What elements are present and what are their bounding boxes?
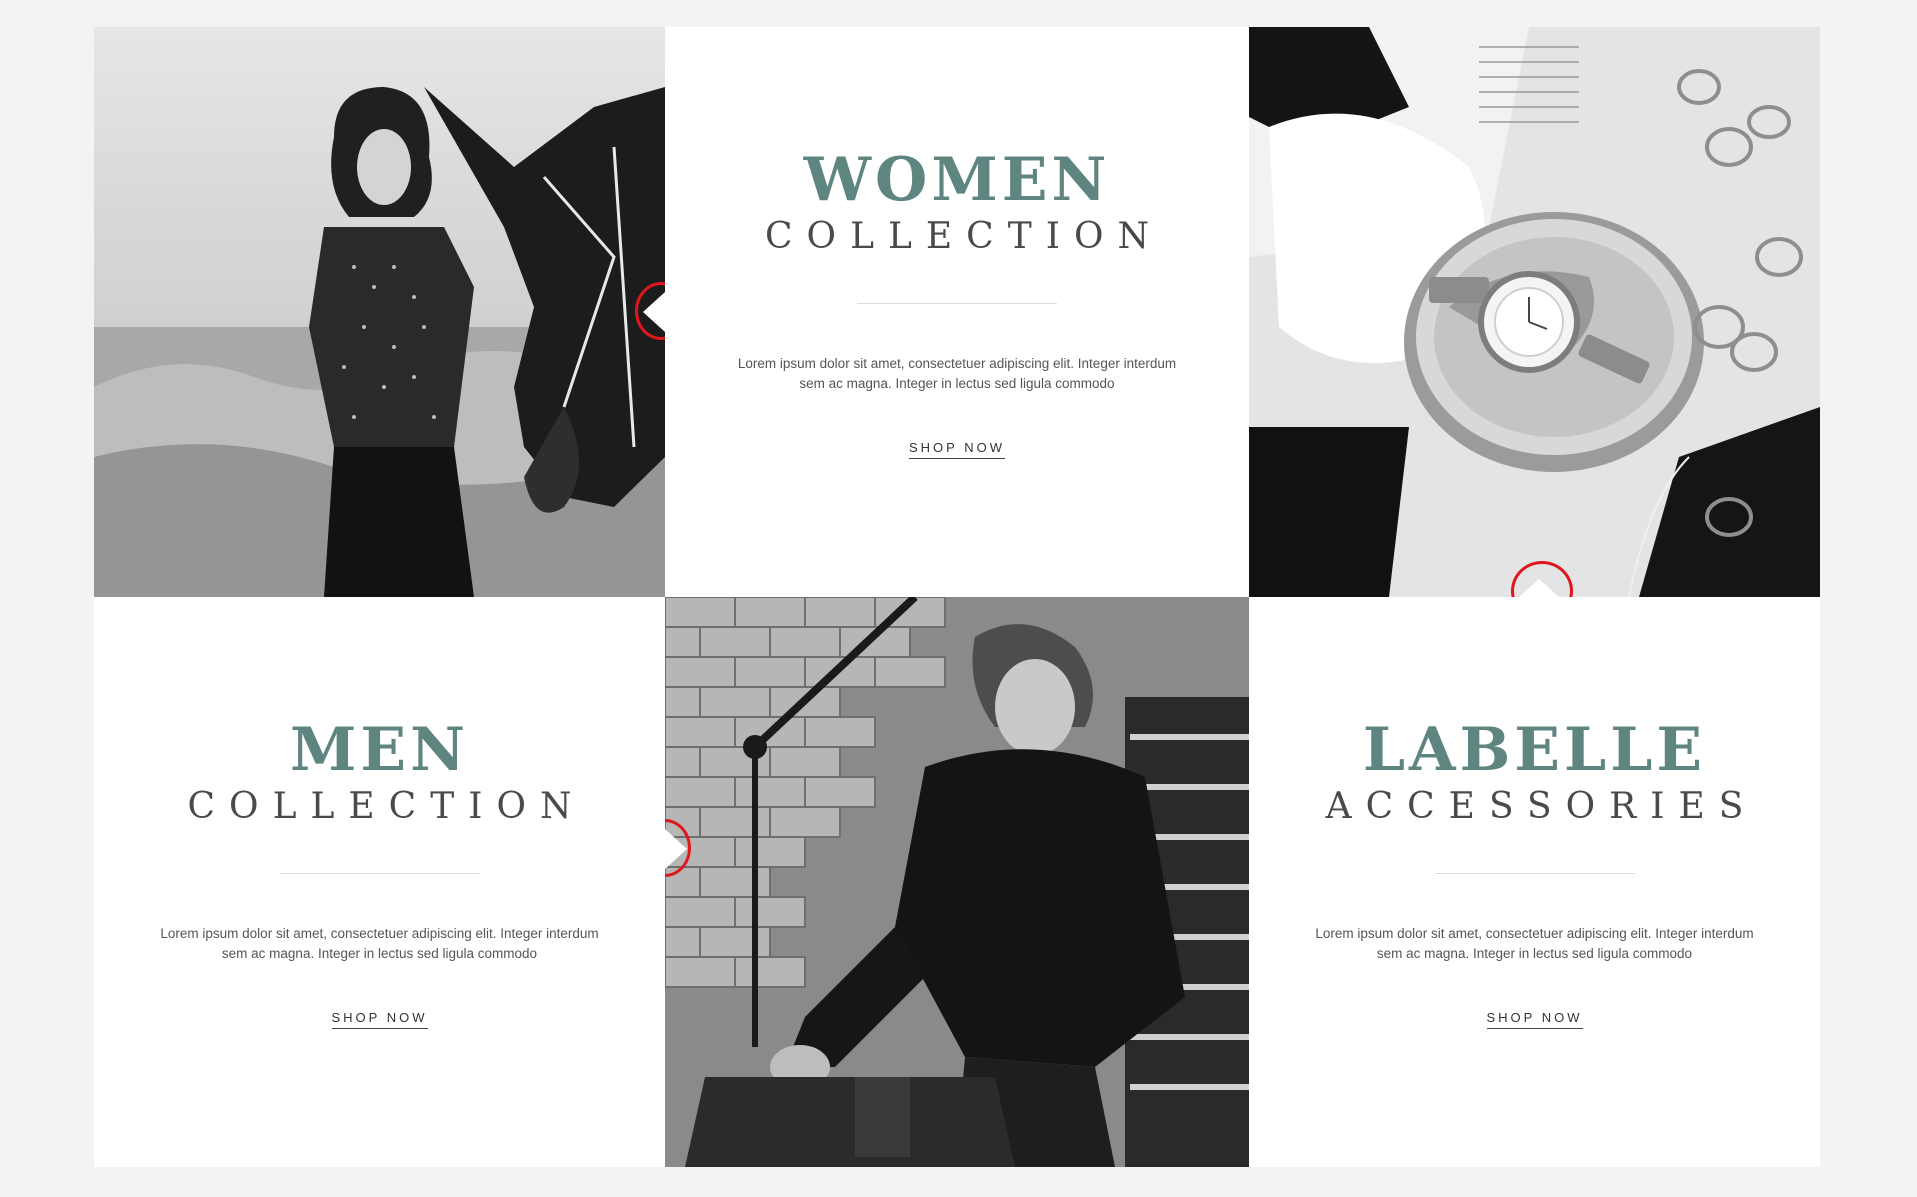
men-subtitle: COLLECTION [187, 786, 586, 827]
accessories-subtitle: ACCESSORIES [1325, 786, 1758, 827]
women-photo-cell [94, 27, 665, 597]
accessories-photo-cell [1249, 27, 1820, 597]
men-description: Lorem ipsum dolor sit amet, consectetuer… [160, 926, 599, 961]
men-photo-cell [665, 597, 1249, 1167]
women-subtitle: COLLECTION [765, 216, 1163, 257]
accessories-shop-now-link[interactable]: SHOP NOW [1486, 1010, 1583, 1029]
watch-in-bowl-photo [1249, 27, 1820, 597]
accessories-description: Lorem ipsum dolor sit amet, consectetuer… [1315, 926, 1754, 961]
men-title: MEN [290, 715, 469, 785]
woman-with-horse-photo [94, 27, 665, 597]
women-description: Lorem ipsum dolor sit amet, consectetuer… [737, 356, 1177, 391]
collection-grid: WOMEN COLLECTION Lorem ipsum dolor sit a… [94, 27, 1820, 1167]
accessories-collection-card: LABELLE ACCESSORIES Lorem ipsum dolor si… [1249, 597, 1820, 1167]
women-title: WOMEN [803, 145, 1111, 215]
men-shop-now-link[interactable]: SHOP NOW [331, 1010, 428, 1029]
women-divider [857, 303, 1057, 304]
man-working-photo [665, 597, 1249, 1167]
women-collection-card: WOMEN COLLECTION Lorem ipsum dolor sit a… [665, 27, 1249, 597]
men-divider [279, 873, 480, 874]
women-shop-now-link[interactable]: SHOP NOW [909, 440, 1005, 459]
men-collection-card: MEN COLLECTION Lorem ipsum dolor sit ame… [94, 597, 665, 1167]
accessories-title: LABELLE [1362, 715, 1707, 785]
accessories-divider [1434, 873, 1635, 874]
